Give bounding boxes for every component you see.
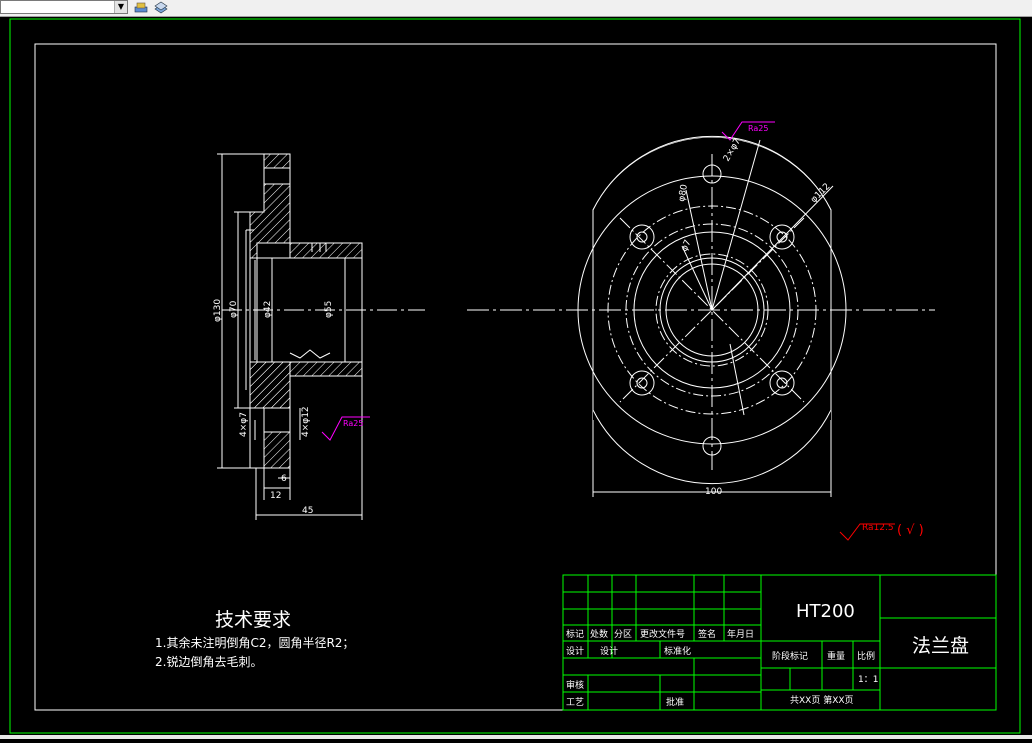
dim-hole-thru: 4×φ7 [239, 412, 249, 437]
layer-previous-icon[interactable] [153, 0, 169, 14]
tb-h-date: 年月日 [727, 628, 754, 640]
status-strip [0, 735, 1032, 739]
svg-text:Ra25: Ra25 [343, 419, 363, 428]
tb-part-name: 法兰盘 [912, 635, 969, 657]
roughness-symbol-side: Ra25 [321, 416, 370, 441]
dim-d42: φ42 [263, 301, 273, 318]
dim-w6: 6 [281, 474, 287, 484]
drawing-canvas[interactable]: φ130 φ70 φ42 φ55 4×φ7 4×φ12 12 6 45 Ra25 [0, 17, 1032, 739]
tb-weight: 重量 [827, 650, 845, 662]
tb-scale-val: 1：1 [858, 675, 878, 685]
technical-notes: 技术要求 1.其余未注明倒角C2，圆角半径R2； 2.锐边倒角去毛刺。 [155, 609, 354, 669]
tb-check: 审核 [566, 679, 584, 691]
dim-d130: φ130 [213, 299, 223, 322]
svg-text:( √ ): ( √ ) [897, 523, 924, 538]
tb-scale: 比例 [857, 650, 875, 662]
notes-line2: 2.锐边倒角去毛刺。 [155, 655, 262, 669]
dim-w100: 100 [705, 487, 722, 497]
tb-design2: 设计 [600, 645, 618, 657]
dim-d70: φ70 [229, 300, 239, 318]
tb-sheets: 共XX页 第XX页 [790, 694, 854, 706]
notes-line1: 1.其余未注明倒角C2，圆角半径R2； [155, 635, 354, 650]
tb-design: 设计 [566, 645, 584, 657]
front-view [467, 135, 935, 497]
section-view [217, 153, 425, 520]
tb-h-sign: 签名 [698, 628, 716, 640]
dim-hole-cb: 4×φ12 [301, 406, 311, 437]
svg-text:Ra25: Ra25 [748, 124, 768, 133]
tb-h-doc: 更改文件号 [640, 628, 685, 640]
outer-frame [9, 18, 1021, 734]
notes-title: 技术要求 [215, 609, 291, 631]
dim-w45: 45 [302, 506, 313, 516]
tb-h-mark: 标记 [566, 628, 584, 640]
tb-material: HT200 [796, 601, 855, 622]
layer-states-icon[interactable] [133, 0, 149, 14]
dim-d55: φ55 [324, 301, 334, 318]
layer-dropdown[interactable]: ▼ [0, 0, 128, 14]
roughness-general: Ra12.5 ( √ ) [839, 523, 924, 541]
tb-h-zone: 分区 [614, 629, 632, 640]
dim-w12: 12 [270, 491, 281, 501]
tb-approve: 批准 [666, 696, 684, 708]
tb-process: 工艺 [566, 697, 584, 708]
tb-h-count: 处数 [590, 628, 608, 640]
tb-std: 标准化 [664, 645, 691, 657]
svg-text:Ra12.5: Ra12.5 [862, 523, 894, 533]
cad-toolbar: ▼ [0, 0, 1032, 17]
tb-stage: 阶段标记 [772, 650, 808, 662]
chevron-down-icon[interactable]: ▼ [114, 1, 127, 13]
